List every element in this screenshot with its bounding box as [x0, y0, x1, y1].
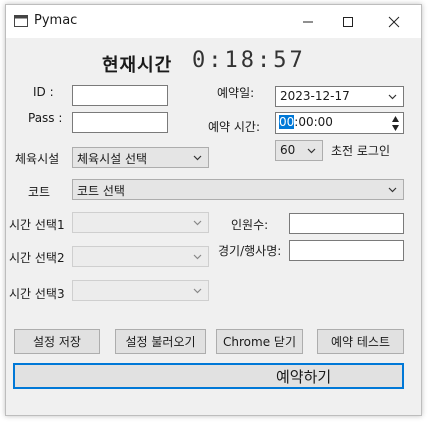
- spin-down-icon[interactable]: [391, 124, 400, 132]
- chevron-down-icon: [388, 94, 397, 100]
- court-select[interactable]: 코트 선택: [72, 179, 404, 200]
- slot1-label: 시간 선택1: [9, 218, 65, 232]
- reserve-date-value: 2023-12-17: [280, 89, 350, 103]
- app-window: Pymac 현재시간 0:18:57 ID : Pass : 예약일: 2023…: [5, 4, 422, 416]
- slot3-label: 시간 선택3: [9, 287, 65, 301]
- pass-label: Pass :: [28, 111, 63, 125]
- load-settings-label: 설정 불러오기: [125, 335, 196, 349]
- people-label: 인원수:: [231, 218, 269, 232]
- chevron-down-icon: [193, 254, 202, 260]
- reserve-time-spinbox[interactable]: 00:00:00: [275, 112, 404, 134]
- close-chrome-button[interactable]: Chrome 닫기: [216, 329, 303, 354]
- court-value: 코트 선택: [77, 184, 125, 198]
- test-reserve-button[interactable]: 예약 테스트: [317, 329, 404, 354]
- current-time-display: 0:18:57: [192, 48, 306, 73]
- event-label: 경기/행사명:: [218, 244, 282, 258]
- reserve-button[interactable]: 예약하기: [13, 363, 404, 389]
- id-field[interactable]: [72, 85, 168, 106]
- slot3-select[interactable]: [72, 280, 209, 301]
- window-title: Pymac: [34, 13, 78, 28]
- login-before-label: 초전 로그인: [331, 144, 391, 158]
- event-field[interactable]: [289, 240, 404, 261]
- load-settings-button[interactable]: 설정 불러오기: [115, 329, 206, 354]
- title-bar: Pymac: [6, 5, 421, 38]
- facility-value: 체육시설 선택: [77, 152, 148, 166]
- reserve-time-hour: 00: [279, 115, 295, 129]
- reserve-time-label: 예약 시간:: [208, 120, 261, 134]
- spin-up-icon[interactable]: [391, 115, 400, 123]
- facility-label: 체육시설: [15, 152, 60, 166]
- test-reserve-label: 예약 테스트: [330, 335, 390, 349]
- reserve-date-picker[interactable]: 2023-12-17: [275, 86, 404, 107]
- reserve-label: 예약하기: [276, 367, 332, 386]
- close-button[interactable]: [371, 5, 417, 38]
- facility-select[interactable]: 체육시설 선택: [72, 147, 209, 168]
- chevron-down-icon: [193, 155, 202, 161]
- slot2-select[interactable]: [72, 246, 209, 267]
- id-label: ID :: [33, 85, 54, 99]
- save-settings-label: 설정 저장: [33, 335, 81, 349]
- chevron-down-icon: [388, 187, 397, 193]
- reserve-date-label: 예약일:: [217, 86, 255, 100]
- reserve-time-rest: :00:00: [294, 115, 333, 129]
- chevron-down-icon: [193, 220, 202, 226]
- close-chrome-label: Chrome 닫기: [223, 335, 296, 349]
- slot2-label: 시간 선택2: [9, 251, 65, 265]
- maximize-button[interactable]: [325, 5, 371, 38]
- chevron-down-icon: [193, 288, 202, 294]
- seconds-value: 60: [280, 143, 296, 157]
- people-field[interactable]: [289, 213, 404, 234]
- password-field[interactable]: [72, 112, 168, 133]
- minimize-icon: [303, 21, 313, 22]
- current-time-label: 현재시간: [102, 55, 173, 76]
- close-icon: [388, 16, 400, 27]
- court-label: 코트: [28, 185, 51, 199]
- maximize-icon: [343, 16, 353, 27]
- save-settings-button[interactable]: 설정 저장: [14, 329, 100, 354]
- chevron-down-icon: [307, 148, 316, 154]
- app-icon: [14, 15, 28, 27]
- seconds-select[interactable]: 60: [275, 140, 323, 161]
- slot1-select[interactable]: [72, 212, 209, 233]
